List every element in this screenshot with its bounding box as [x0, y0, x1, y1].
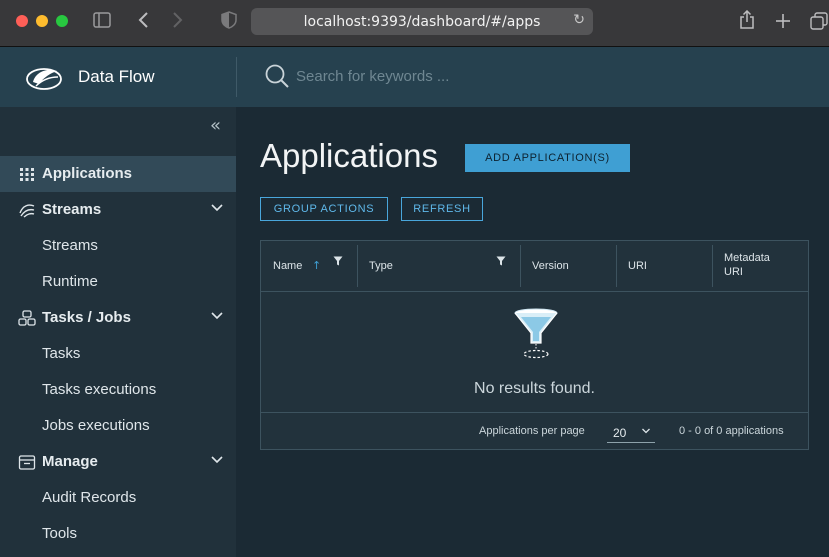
chevron-down-icon[interactable] [210, 200, 224, 214]
sort-ascending-icon[interactable]: ↑ [312, 259, 321, 272]
column-label: Type [369, 260, 393, 272]
column-header-metadata-uri[interactable]: Metadata URI [712, 241, 808, 291]
sidebar-item-tasks-executions[interactable]: Tasks executions [0, 372, 236, 408]
column-header-type[interactable]: Type [357, 241, 520, 291]
sidebar-item-tools[interactable]: Tools [0, 516, 236, 552]
column-header-uri[interactable]: URI [616, 241, 712, 291]
sidebar: « Applications Streams Streams Runtime T… [0, 107, 236, 557]
share-icon[interactable] [739, 10, 755, 30]
column-label: URI [628, 260, 647, 272]
app-title[interactable]: Data Flow [78, 67, 155, 87]
sidebar-item-streams[interactable]: Streams [0, 228, 236, 264]
column-label: Metadata [724, 252, 770, 264]
refresh-button[interactable]: REFRESH [401, 197, 483, 221]
shield-icon[interactable] [221, 11, 237, 29]
sidebar-item-streams-group[interactable]: Streams [0, 192, 236, 228]
sidebar-toggle-icon[interactable] [93, 12, 111, 28]
close-window-button[interactable] [16, 15, 28, 27]
sidebar-item-label: Streams [42, 237, 98, 254]
header-divider [236, 57, 237, 97]
sidebar-item-label: Tasks [42, 345, 81, 362]
grid-header: Name ↑ Type Version URI Metadata URI [261, 241, 808, 292]
filter-icon[interactable] [496, 256, 506, 266]
sidebar-item-label: Tools [42, 525, 78, 542]
streams-icon [19, 204, 35, 218]
chevron-down-icon[interactable] [210, 308, 224, 322]
sidebar-item-runtime[interactable]: Runtime [0, 264, 236, 300]
collapse-sidebar-icon[interactable]: « [210, 115, 221, 136]
url-text: localhost:9393/dashboard/#/apps [303, 14, 541, 30]
sidebar-item-label: Applications [42, 165, 133, 182]
back-icon[interactable] [137, 12, 149, 28]
tabs-overview-icon[interactable] [810, 12, 828, 30]
column-header-name[interactable]: Name ↑ [261, 241, 357, 291]
grid-icon [20, 168, 34, 181]
reload-icon[interactable]: ↻ [573, 12, 585, 28]
sidebar-item-label: Runtime [42, 273, 98, 290]
main-content: Applications ADD APPLICATION(S) GROUP AC… [236, 107, 829, 557]
grid-footer: Applications per page 20 0 - 0 of 0 appl… [261, 412, 808, 449]
column-label: Version [532, 260, 569, 272]
sidebar-item-label: Tasks / Jobs [42, 309, 131, 326]
add-application-button[interactable]: ADD APPLICATION(S) [465, 144, 630, 172]
sidebar-item-label: Audit Records [42, 489, 137, 506]
tasks-icon [18, 310, 36, 326]
sidebar-item-jobs-executions[interactable]: Jobs executions [0, 408, 236, 444]
sidebar-item-label: Jobs executions [42, 417, 150, 434]
sidebar-item-label: Streams [42, 201, 102, 218]
sidebar-item-manage-group[interactable]: Manage [0, 444, 236, 480]
address-bar[interactable]: localhost:9393/dashboard/#/apps ↻ [251, 8, 593, 35]
column-label: URI [724, 266, 743, 278]
data-flow-logo-icon[interactable] [24, 62, 64, 92]
column-header-version[interactable]: Version [520, 241, 616, 291]
per-page-label: Applications per page [479, 425, 585, 437]
minimize-window-button[interactable] [36, 15, 48, 27]
per-page-value: 20 [613, 426, 627, 440]
sidebar-item-audit-records[interactable]: Audit Records [0, 480, 236, 516]
group-actions-button[interactable]: GROUP ACTIONS [260, 197, 388, 221]
app-header: Data Flow [0, 47, 829, 107]
filter-icon[interactable] [333, 256, 343, 266]
maximize-window-button[interactable] [56, 15, 68, 27]
column-label: Name [273, 260, 303, 272]
browser-toolbar: localhost:9393/dashboard/#/apps ↻ [0, 0, 829, 47]
chevron-down-icon[interactable] [210, 452, 224, 466]
forward-icon[interactable] [172, 12, 184, 28]
sidebar-item-label: Tasks executions [42, 381, 157, 398]
page-title: Applications [260, 137, 438, 174]
new-tab-icon[interactable] [775, 13, 791, 29]
sidebar-item-tasks[interactable]: Tasks [0, 336, 236, 372]
sidebar-item-tasks-jobs-group[interactable]: Tasks / Jobs [0, 300, 236, 336]
manage-icon [18, 455, 36, 470]
sidebar-item-applications[interactable]: Applications [0, 156, 236, 192]
applications-grid: Name ↑ Type Version URI Metadata URI No … [260, 240, 809, 450]
chevron-down-icon [642, 428, 650, 434]
per-page-select[interactable]: 20 [607, 421, 655, 443]
sidebar-item-label: Manage [42, 453, 98, 470]
empty-state-text: No results found. [474, 380, 595, 397]
empty-funnel-icon [514, 308, 558, 359]
pagination-range-text: 0 - 0 of 0 applications [679, 425, 784, 437]
search-icon [265, 64, 289, 88]
search-input[interactable] [296, 65, 696, 87]
